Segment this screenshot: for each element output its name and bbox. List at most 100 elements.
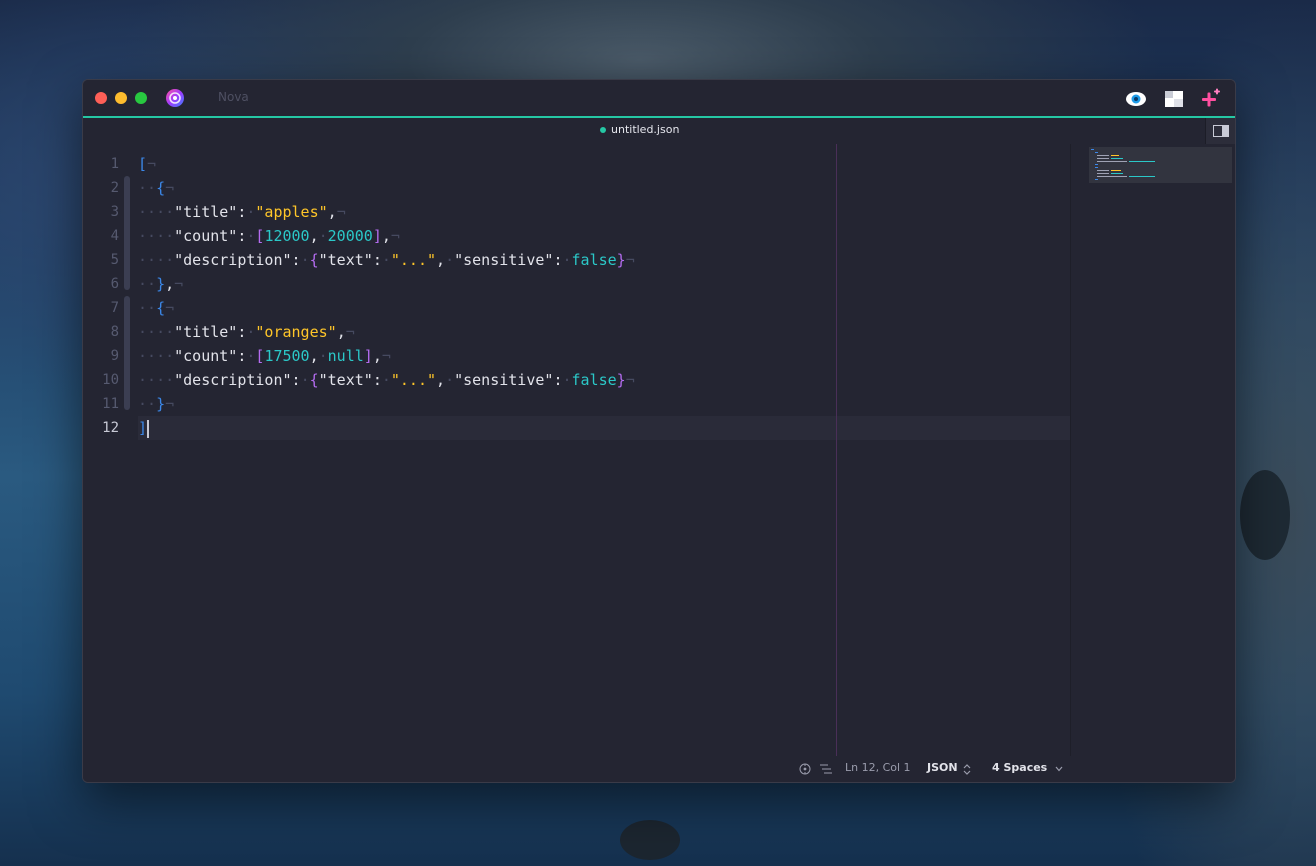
chevron-down-icon <box>1055 766 1063 772</box>
chevron-updown-icon <box>963 764 971 775</box>
line-number-gutter: 1 2 3 4 5 6 7 8 9 10 11 12 <box>83 152 129 440</box>
minimap-line <box>1111 155 1119 157</box>
number-token: 12000 <box>264 227 310 245</box>
space-dot: · <box>300 251 310 269</box>
title-bar: Nova <box>83 80 1235 116</box>
indent-dot: · <box>147 347 157 365</box>
newline-marker: ¬ <box>625 371 635 389</box>
bracket-token: { <box>309 371 319 389</box>
text-cursor <box>147 419 149 438</box>
line-number: 3 <box>110 204 119 220</box>
editor-window: Nova untitled.json 1 2 3 4 5 6 7 8 9 10 … <box>82 79 1236 783</box>
punct-token: , <box>372 347 382 365</box>
minimap-line <box>1111 170 1121 172</box>
sidebar-icon <box>1213 125 1229 137</box>
bracket-token: } <box>156 395 166 413</box>
key-token: "title" <box>174 323 238 341</box>
indent-dot: · <box>156 323 166 341</box>
bracket-token: { <box>156 179 166 197</box>
minimap[interactable] <box>1089 147 1232 183</box>
minimap-line <box>1095 179 1098 181</box>
app-name: Nova <box>218 90 249 104</box>
newline-marker: ¬ <box>165 395 175 413</box>
line-number: 8 <box>110 324 119 340</box>
code-line: ····"count":·[12000,·20000],¬ <box>138 224 1068 248</box>
cursor-position[interactable]: Ln 12, Col 1 <box>845 761 911 774</box>
space-dot: · <box>445 371 455 389</box>
indent-dot: · <box>165 251 175 269</box>
line-number: 5 <box>110 252 119 268</box>
code-line: [¬ <box>138 152 1068 176</box>
bracket-token: { <box>156 299 166 317</box>
line-number-current: 12 <box>102 420 119 436</box>
minimap-line <box>1097 170 1109 172</box>
key-token: "sensitive" <box>454 251 554 269</box>
string-token: "..." <box>390 251 437 269</box>
eye-icon[interactable] <box>1125 88 1147 110</box>
boolean-token: false <box>571 251 617 269</box>
punct-token: , <box>165 275 175 293</box>
close-window-button[interactable] <box>95 92 107 104</box>
boolean-token: false <box>571 371 617 389</box>
status-bar: Ln 12, Col 1 JSON 4 Spaces <box>83 756 1235 782</box>
minimap-line <box>1097 161 1127 163</box>
issues-icon[interactable] <box>799 763 811 775</box>
bracket-token: [ <box>138 155 148 173</box>
minimize-window-button[interactable] <box>115 92 127 104</box>
punct-token: , <box>436 251 446 269</box>
fold-handle[interactable] <box>124 176 130 290</box>
line-number: 9 <box>110 348 119 364</box>
null-token: null <box>327 347 364 365</box>
indent-dot: · <box>165 227 175 245</box>
punct-token: , <box>309 227 319 245</box>
newline-marker: ¬ <box>174 275 184 293</box>
indent-dot: · <box>156 347 166 365</box>
indent-dot: · <box>165 323 175 341</box>
newline-marker: ¬ <box>345 323 355 341</box>
sparkle-plus-icon[interactable] <box>1199 88 1221 110</box>
line-number: 1 <box>110 156 119 172</box>
minimap-line <box>1095 167 1098 169</box>
bracket-token: ] <box>372 227 382 245</box>
symbols-list-icon[interactable] <box>820 764 832 774</box>
indent-dot: · <box>165 203 175 221</box>
number-token: 17500 <box>264 347 310 365</box>
indent-dot: · <box>138 371 148 389</box>
punct-token: : <box>372 251 382 269</box>
indent-dot: · <box>147 251 157 269</box>
key-token: "title" <box>174 203 238 221</box>
space-dot: · <box>445 251 455 269</box>
indent-dot: · <box>165 347 175 365</box>
newline-marker: ¬ <box>147 155 157 173</box>
key-token: "sensitive" <box>454 371 554 389</box>
space-dot: · <box>381 371 391 389</box>
minimap-line <box>1091 149 1094 151</box>
punct-token: : <box>372 371 382 389</box>
layout-icon[interactable] <box>1163 88 1185 110</box>
minimap-separator <box>1070 144 1071 756</box>
key-token: "text" <box>318 251 373 269</box>
code-line: ··{¬ <box>138 176 1068 200</box>
tab-untitled-json[interactable]: untitled.json <box>588 118 698 144</box>
key-token: "count" <box>174 227 238 245</box>
sidebar-toggle-button[interactable] <box>1205 118 1235 144</box>
minimap-line <box>1129 161 1155 163</box>
indent-dot: · <box>147 299 157 317</box>
string-token: "apples" <box>255 203 328 221</box>
code-line-current: ] <box>138 416 1070 440</box>
bracket-token: ] <box>363 347 373 365</box>
newline-marker: ¬ <box>336 203 346 221</box>
code-editor[interactable]: [¬ ··{¬ ····"title":·"apples",¬ ····"cou… <box>138 152 1070 440</box>
fold-handle[interactable] <box>124 296 130 410</box>
page-guide-line <box>836 144 837 756</box>
newline-marker: ¬ <box>165 179 175 197</box>
indent-dot: · <box>147 371 157 389</box>
newline-marker: ¬ <box>165 299 175 317</box>
punct-token: , <box>436 371 446 389</box>
indent-dot: · <box>138 227 148 245</box>
line-number: 11 <box>102 396 119 412</box>
indent-dot: · <box>147 203 157 221</box>
zoom-window-button[interactable] <box>135 92 147 104</box>
code-line: ····"title":·"oranges",¬ <box>138 320 1068 344</box>
indent-dot: · <box>138 395 148 413</box>
